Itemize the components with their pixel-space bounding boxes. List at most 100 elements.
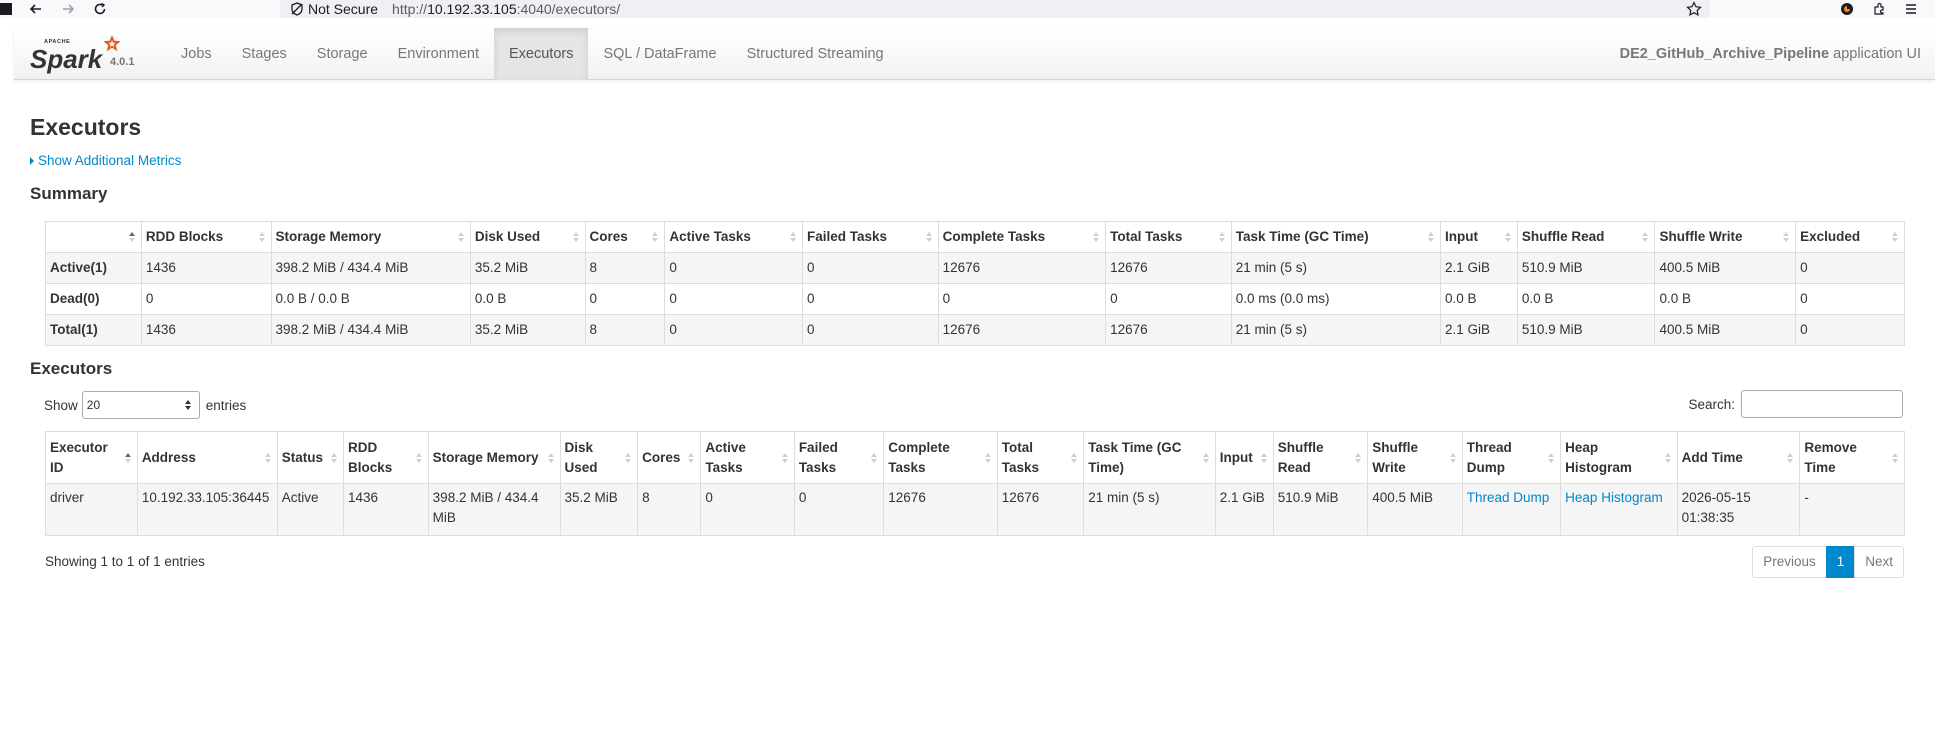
summary-cell-active-tasks: 0 [664,314,803,346]
forward-icon[interactable] [60,1,76,17]
summary-cell-rdd-blocks: 1436 [140,314,272,346]
page-1-button[interactable]: 1 [1825,546,1856,578]
sort-icon [871,452,878,463]
tab-jobs[interactable]: Jobs [166,28,227,80]
sort-icon [1783,232,1790,242]
svg-text:Spark: Spark [30,44,104,74]
executors-header-status[interactable]: Status [276,431,345,484]
executors-header-shuffle-write[interactable]: Shuffle Write [1367,431,1463,484]
browser-toolbar: Not Secure http://10.192.33.105:4040/exe… [0,0,1935,18]
header-label: Heap Histogram [1565,439,1632,475]
next-page-button[interactable]: Next [1854,546,1904,578]
summary-cell-input: 0.0 B [1440,283,1518,315]
header-label: Complete Tasks [888,439,950,475]
tab-stages[interactable]: Stages [227,28,302,80]
menu-icon[interactable] [1903,1,1919,17]
account-icon[interactable] [1839,1,1855,17]
sort-icon [1071,452,1078,463]
executors-header-address[interactable]: Address [136,431,278,484]
header-label: Storage Memory [432,449,539,465]
header-label: Executor ID [50,439,108,475]
previous-page-button[interactable]: Previous [1752,546,1827,578]
cores-cell: 8 [637,483,702,536]
header-label: Disk Used [474,229,541,244]
summary-header-cores[interactable]: Cores [584,221,666,253]
extensions-icon[interactable] [1871,1,1887,17]
executors-header-remove-time[interactable]: Remove Time [1799,431,1905,484]
header-label: Shuffle Write [1372,439,1419,475]
executors-header-complete-tasks[interactable]: Complete Tasks [883,431,998,484]
tab-structured-streaming[interactable]: Structured Streaming [732,28,899,80]
tab-overview-icon[interactable] [0,3,12,15]
executors-table: Executor ID Address Status RDD Blocks Storag… [45,431,1905,536]
header-label: Complete Tasks [942,229,1046,244]
tab-environment[interactable]: Environment [383,28,494,80]
page-title: Executors [30,114,142,140]
summary-header-rdd-blocks[interactable]: RDD Blocks [140,221,272,253]
summary-cell-task-time-gc-time: 21 min (5 s) [1230,252,1442,284]
sort-icon [1428,232,1435,242]
executor-id-cell: driver [45,483,138,536]
executors-header-task-time-gc-time[interactable]: Task Time (GC Time) [1083,431,1216,484]
summary-header-task-time-gc-time[interactable]: Task Time (GC Time) [1230,221,1442,253]
remove-time-cell: - [1799,483,1905,536]
executors-header-active-tasks[interactable]: Active Tasks [700,431,795,484]
executors-header-rdd-blocks[interactable]: RDD Blocks [343,431,429,484]
executors-header-cores[interactable]: Cores [637,431,702,484]
header-label: Active Tasks [705,439,746,475]
summary-title: Summary [30,184,108,203]
executors-header-total-tasks[interactable]: Total Tasks [996,431,1085,484]
summary-header-total-tasks[interactable]: Total Tasks [1105,221,1232,253]
url-bar[interactable]: Not Secure http://10.192.33.105:4040/exe… [280,0,1710,18]
executors-header-thread-dump[interactable]: Thread Dump [1461,431,1562,484]
executors-header-heap-histogram[interactable]: Heap Histogram [1560,431,1678,484]
summary-header-excluded[interactable]: Excluded [1795,221,1905,253]
summary-table: RDD Blocks Storage Memory Disk Used Cores Ac… [45,221,1905,346]
summary-header-disk-used[interactable]: Disk Used [469,221,586,253]
header-label: RDD Blocks [348,439,393,475]
summary-header-complete-tasks[interactable]: Complete Tasks [937,221,1107,253]
thread-dump-link[interactable]: Thread Dump [1467,490,1550,505]
search-input[interactable] [1741,390,1903,418]
executors-header-input[interactable]: Input [1214,431,1274,484]
tab-sql-dataframe[interactable]: SQL / DataFrame [588,28,731,80]
show-additional-metrics-label[interactable]: Show Additional Metrics [38,153,181,168]
executors-header-failed-tasks[interactable]: Failed Tasks [793,431,885,484]
executors-header-add-time[interactable]: Add Time [1676,431,1801,484]
summary-cell-storage-memory: 398.2 MiB / 434.4 MiB [270,314,471,346]
bookmark-star-icon[interactable] [1686,1,1702,17]
sort-icon [547,452,554,463]
sort-icon [415,452,422,463]
show-additional-metrics-link[interactable]: Show Additional Metrics [30,153,181,168]
reload-icon[interactable] [92,1,108,17]
executors-header-disk-used[interactable]: Disk Used [559,431,639,484]
summary-header-shuffle-write[interactable]: Shuffle Write [1654,221,1797,253]
tab-executors[interactable]: Executors [494,28,589,80]
not-secure-icon [291,2,303,16]
summary-cell-failed-tasks: 0 [801,283,939,315]
summary-row-label: Total(1) [45,314,142,346]
tab-storage[interactable]: Storage [302,28,383,80]
summary-cell-shuffle-write: 400.5 MiB [1654,314,1797,346]
sort-icon [457,232,464,242]
header-label: Input [1445,229,1479,244]
spark-logo[interactable]: APACHE Spark [30,32,150,76]
page-size-select[interactable]: 20 [81,391,200,419]
shuffle-read-cell: 510.9 MiB [1272,483,1369,536]
summary-header-storage-memory[interactable]: Storage Memory [270,221,471,253]
back-icon[interactable] [28,1,44,17]
summary-header-failed-tasks[interactable]: Failed Tasks [801,221,939,253]
summary-header-blank[interactable] [45,221,142,253]
active-tasks-cell: 0 [700,483,795,536]
executors-header-shuffle-read[interactable]: Shuffle Read [1272,431,1369,484]
summary-cell-shuffle-write: 400.5 MiB [1654,252,1797,284]
executors-header-executor-id[interactable]: Executor ID [45,431,138,484]
summary-header-active-tasks[interactable]: Active Tasks [664,221,803,253]
url-text[interactable]: http://10.192.33.105:4040/executors/ [392,1,620,17]
header-label: Excluded [1800,229,1861,244]
executors-header-storage-memory[interactable]: Storage Memory [427,431,561,484]
summary-cell-disk-used: 35.2 MiB [469,314,586,346]
summary-header-shuffle-read[interactable]: Shuffle Read [1516,221,1656,253]
heap-histogram-link[interactable]: Heap Histogram [1565,490,1663,505]
summary-header-input[interactable]: Input [1440,221,1518,253]
